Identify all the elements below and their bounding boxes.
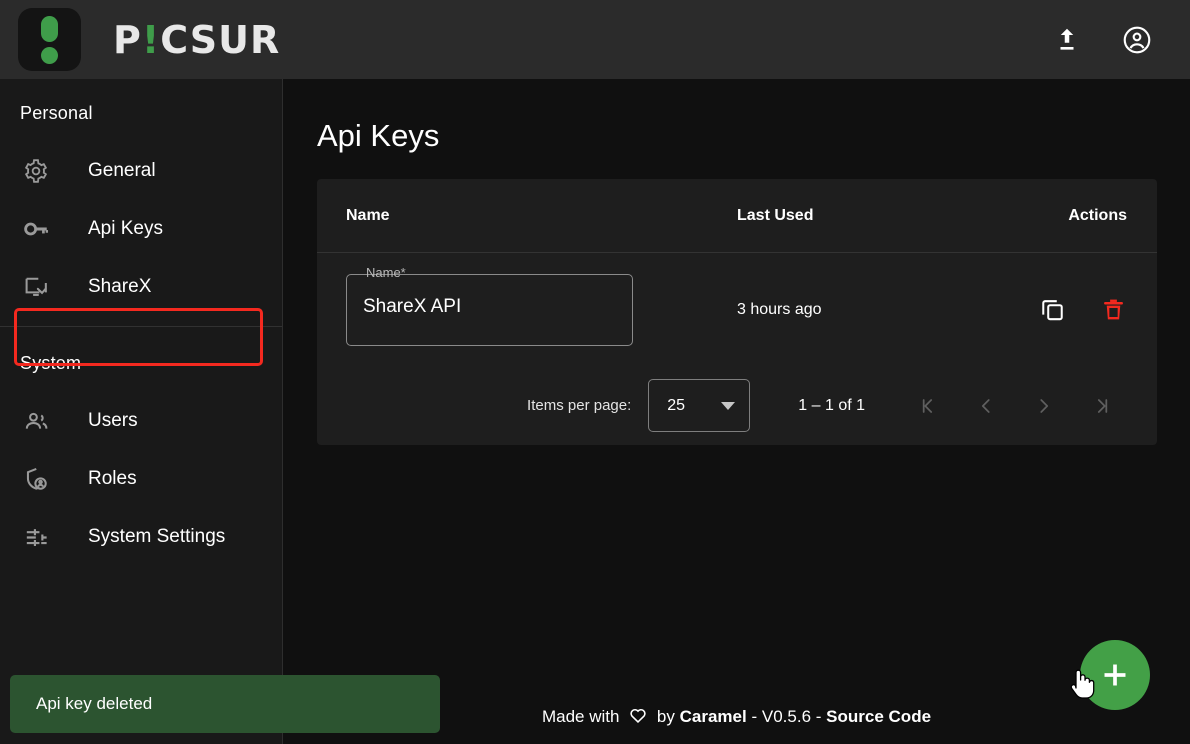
footer-by: by	[656, 707, 675, 726]
sidebar-item-system-settings[interactable]: System Settings	[0, 508, 282, 566]
sidebar-item-roles[interactable]: Roles	[0, 450, 282, 508]
api-keys-card: Name Last Used Actions Name* 3 hours ago	[317, 179, 1157, 445]
main-content: Api Keys Name Last Used Actions Name* 3 …	[283, 79, 1190, 744]
sidebar-item-sharex[interactable]: ShareX	[0, 258, 282, 316]
snackbar-notification: Api key deleted	[10, 675, 440, 733]
api-key-last-used: 3 hours ago	[737, 300, 822, 318]
sidebar-section-system-title: System	[20, 353, 82, 373]
wordmark-accent: !	[141, 17, 161, 62]
page-size-value: 25	[667, 396, 686, 414]
previous-page-icon[interactable]	[957, 384, 1015, 428]
column-header-last-used: Last Used	[737, 206, 814, 224]
key-icon	[18, 215, 54, 243]
footer-author: Caramel	[679, 707, 747, 726]
page-title: Api Keys	[317, 118, 440, 153]
people-icon	[18, 408, 54, 435]
plus-icon	[1104, 664, 1126, 686]
wordmark-p: P	[113, 17, 142, 62]
app-logo[interactable]: P! CSUR	[18, 8, 280, 71]
picsur-app: P! CSUR Personal General Api Keys ShareX…	[0, 0, 1190, 744]
column-header-actions: Actions	[1068, 206, 1127, 224]
sidebar: Personal General Api Keys ShareX System …	[0, 79, 283, 744]
sliders-icon	[18, 524, 54, 551]
sidebar-item-label: General	[88, 160, 156, 181]
logo-mark-icon	[18, 8, 81, 71]
footer-made-with: Made with	[541, 707, 620, 726]
sidebar-item-general[interactable]: General	[0, 142, 282, 200]
paginator-range-label: 1 – 1 of 1	[798, 396, 865, 414]
gear-icon	[18, 158, 54, 184]
upload-icon[interactable]	[1050, 23, 1084, 57]
api-key-name-label: Name*	[366, 264, 406, 280]
sidebar-item-label: System Settings	[88, 526, 226, 547]
chevron-down-icon	[721, 401, 736, 410]
api-key-name-field[interactable]: Name*	[346, 265, 633, 346]
add-api-key-button[interactable]	[1080, 640, 1150, 710]
sidebar-item-api-keys[interactable]: Api Keys	[0, 200, 282, 258]
copy-icon[interactable]	[1039, 296, 1066, 323]
trash-icon[interactable]	[1100, 296, 1127, 323]
items-per-page-label: Items per page:	[527, 397, 632, 414]
row-actions	[987, 296, 1157, 323]
logo-exclamation-dot	[41, 46, 58, 64]
table-header-row: Name Last Used Actions	[317, 179, 1157, 253]
footer-sep-1: -	[751, 707, 758, 726]
api-key-name-input[interactable]	[363, 295, 613, 318]
last-page-icon[interactable]	[1073, 384, 1131, 428]
shield-person-icon	[18, 466, 54, 493]
wordmark-rest: CSUR	[160, 17, 281, 62]
footer-sep-2: -	[815, 707, 822, 726]
table-row: Name* 3 hours ago	[317, 253, 1157, 366]
column-header-name: Name	[346, 206, 390, 224]
monitor-download-icon	[18, 274, 54, 301]
paginator: Items per page: 25 1 – 1 of 1	[317, 366, 1157, 445]
logo-exclamation-bar	[41, 15, 58, 42]
sidebar-item-label: Api Keys	[88, 218, 163, 239]
top-bar-actions	[1050, 23, 1154, 57]
sidebar-item-label: ShareX	[88, 276, 152, 297]
heart-icon	[628, 705, 648, 730]
sidebar-item-label: Roles	[88, 468, 137, 489]
next-page-icon[interactable]	[1015, 384, 1073, 428]
sidebar-item-label: Users	[88, 410, 138, 431]
top-bar: P! CSUR	[0, 0, 1190, 79]
page-size-select[interactable]: 25	[648, 379, 751, 432]
sidebar-item-users[interactable]: Users	[0, 392, 282, 450]
app-wordmark: P! CSUR	[113, 18, 280, 62]
account-circle-icon[interactable]	[1120, 23, 1154, 57]
footer-source-code-link[interactable]: Source Code	[826, 707, 931, 726]
first-page-icon[interactable]	[899, 384, 957, 428]
footer-version: V0.5.6	[761, 707, 812, 726]
sidebar-section-personal-title: Personal	[20, 103, 93, 123]
snackbar-message: Api key deleted	[36, 694, 153, 713]
